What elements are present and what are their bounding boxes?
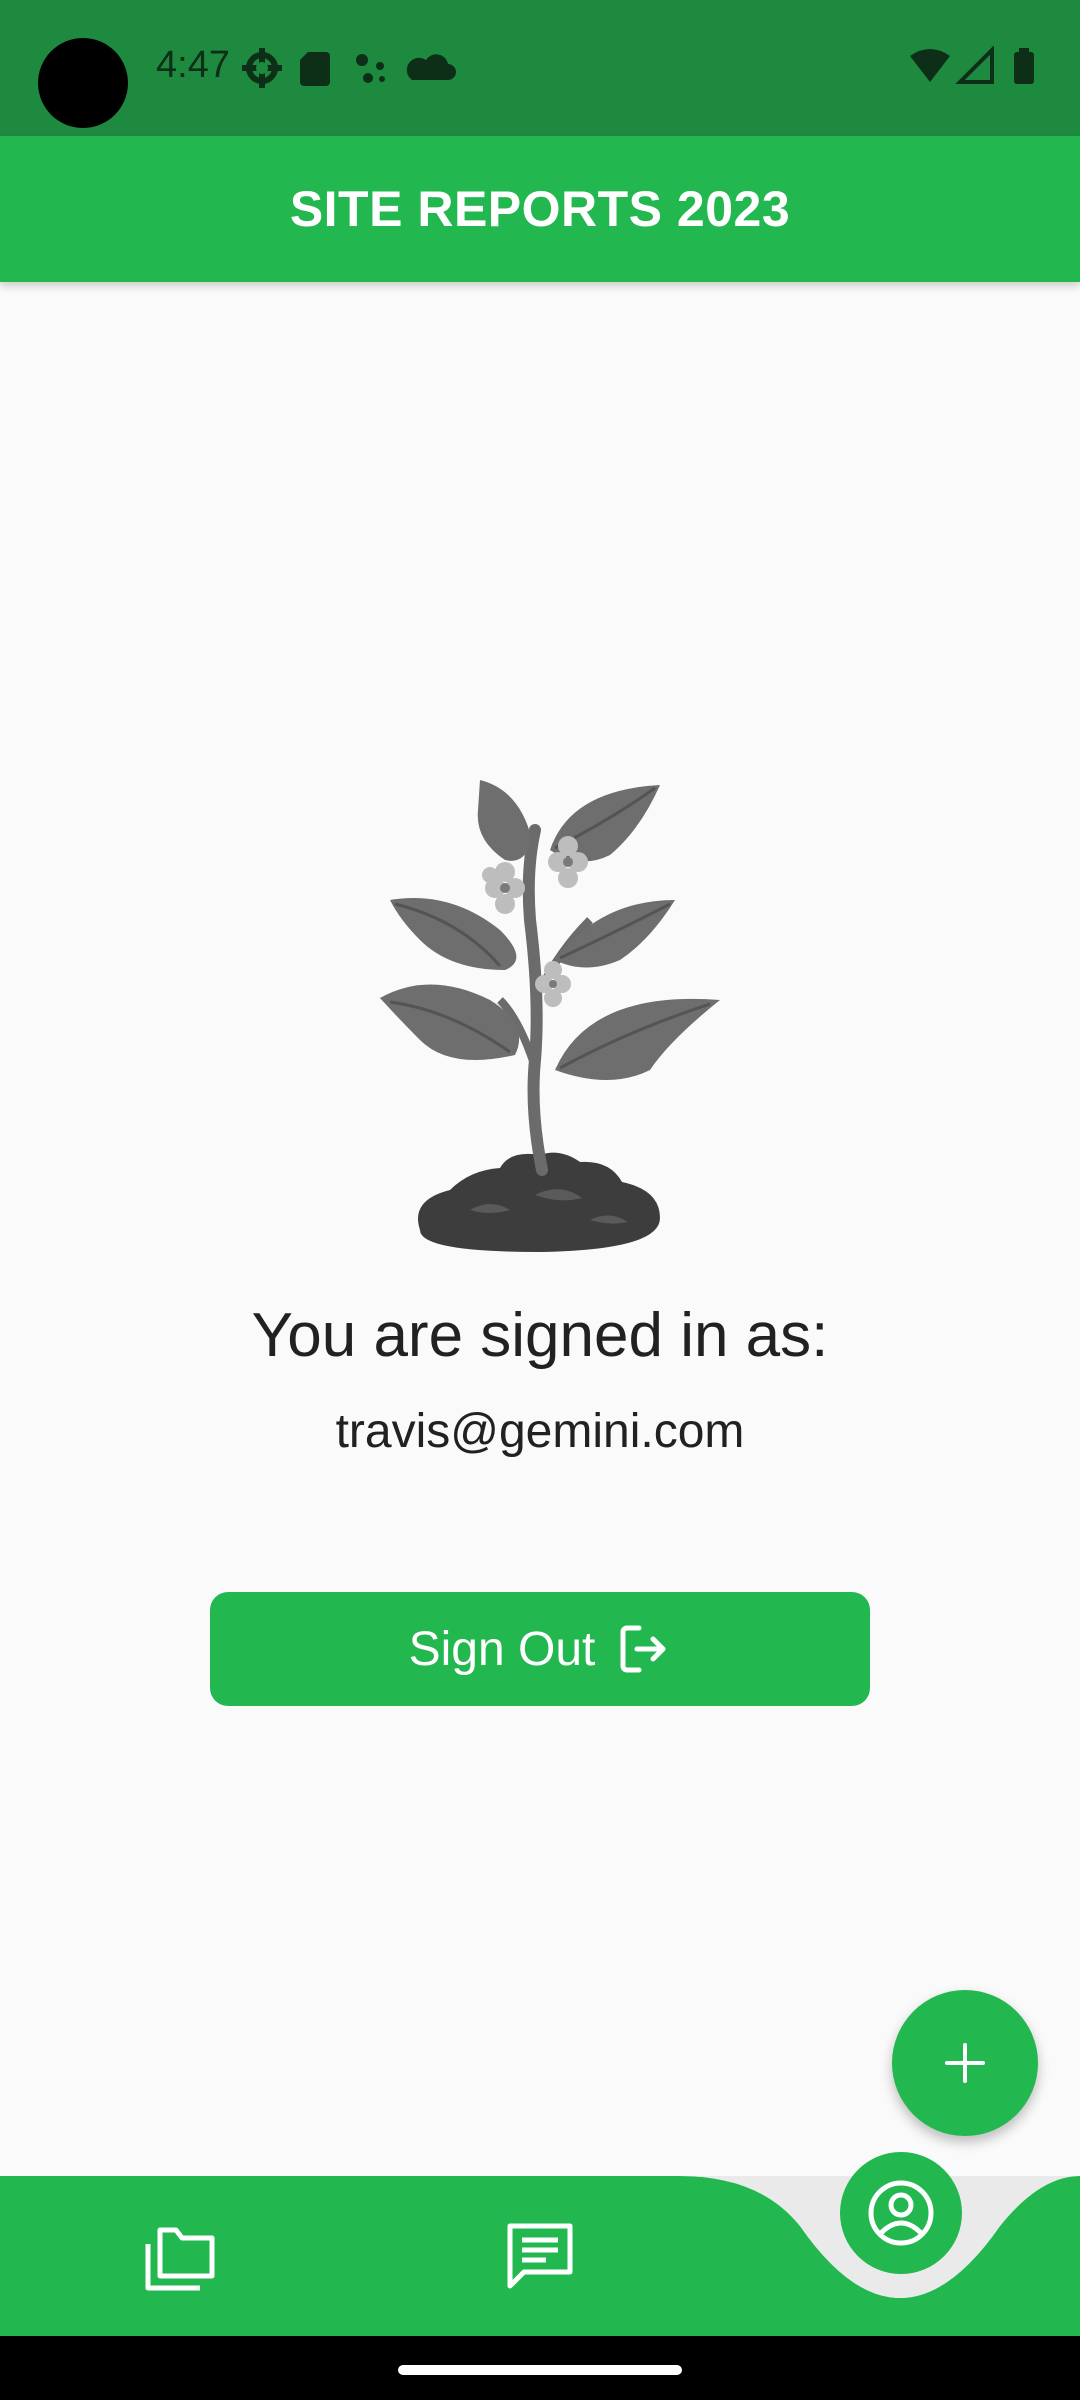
sign-out-label: Sign Out — [408, 1622, 596, 1676]
status-icons-right — [910, 46, 1034, 84]
logout-icon — [620, 1625, 666, 1673]
signal-icon — [955, 46, 994, 84]
signed-in-label: You are signed in as: — [251, 1301, 829, 1370]
user-email: travis@gemini.com — [335, 1405, 745, 1458]
sd-card-icon — [300, 52, 330, 86]
sign-out-button[interactable]: Sign Out — [210, 1592, 870, 1706]
status-time: 4:47 — [156, 44, 230, 86]
camera-cutout — [38, 38, 128, 128]
account-circle-icon — [868, 2180, 934, 2246]
settings-gear-icon — [242, 48, 282, 88]
nav-item-reports[interactable] — [130, 2206, 230, 2306]
nav-item-messages[interactable] — [490, 2206, 590, 2306]
battery-icon — [1014, 52, 1034, 84]
gesture-handle[interactable] — [398, 2365, 682, 2375]
folders-icon — [145, 2227, 215, 2291]
cloud-icon — [406, 54, 456, 80]
assistant-dots-icon — [356, 54, 385, 83]
wifi-icon — [910, 49, 950, 82]
app-title: SITE REPORTS 2023 — [289, 181, 791, 237]
plant-sprout-icon — [380, 780, 720, 1252]
nav-item-profile[interactable] — [840, 2152, 962, 2274]
status-icons-left — [242, 48, 456, 88]
chat-icon — [507, 2223, 573, 2289]
add-report-fab[interactable] — [892, 1990, 1038, 2136]
plus-icon — [945, 2043, 985, 2083]
bottom-navigation — [0, 2152, 1080, 2336]
status-bar: 4:47 — [0, 0, 1080, 136]
app-bar: SITE REPORTS 2023 — [0, 136, 1080, 282]
